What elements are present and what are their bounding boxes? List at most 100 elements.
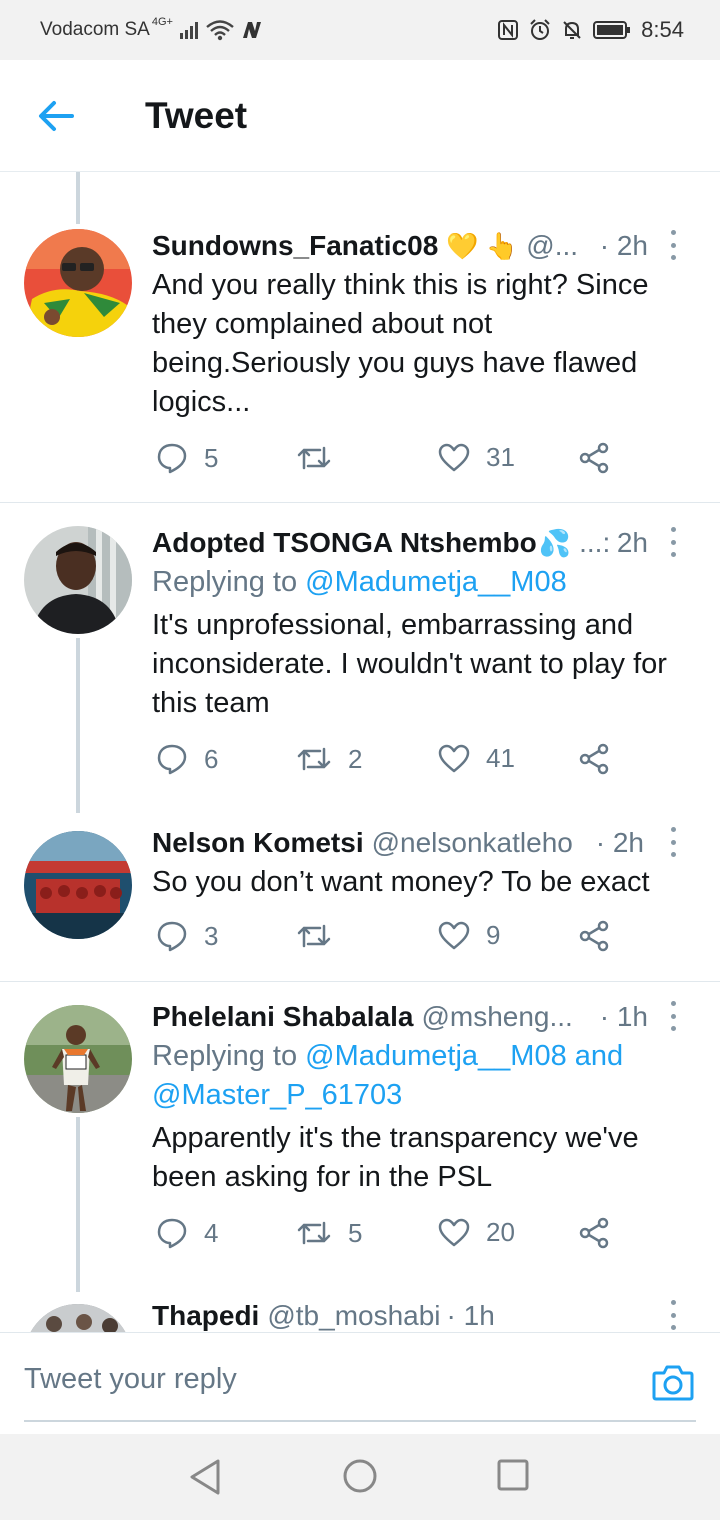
- replying-to: Replying to @Madumetja__M08 and @Master_…: [152, 1037, 692, 1115]
- signal-icon: [179, 20, 199, 40]
- clock-label: 8:54: [641, 17, 684, 42]
- reply-button[interactable]: 6: [156, 743, 218, 775]
- square-recents-icon: [497, 1459, 529, 1491]
- share-icon: [579, 1217, 609, 1249]
- tweet-time: · 2h: [599, 230, 648, 261]
- tweet-text: Apparently it's the transparency we've b…: [152, 1122, 639, 1193]
- tweet-time: · 1h: [599, 1001, 648, 1032]
- heart-icon: [438, 443, 470, 471]
- nav-home-button[interactable]: [342, 1458, 378, 1499]
- previous-tweet-actions-partial: [152, 172, 622, 182]
- reply-button[interactable]: 5: [156, 442, 218, 474]
- author-handle[interactable]: @msheng...: [421, 999, 572, 1035]
- heart-icon: [438, 744, 470, 772]
- tweet-actions: 3 9: [152, 920, 692, 960]
- alarm-icon: [529, 19, 551, 41]
- nfc-icon: [497, 19, 519, 41]
- like-button[interactable]: 9: [438, 920, 500, 951]
- tweet-actions: 5 31: [152, 442, 692, 482]
- more-options-button[interactable]: [668, 1300, 678, 1330]
- author-name[interactable]: Phelelani Shabalala: [152, 999, 413, 1035]
- retweet-button[interactable]: 2: [296, 743, 362, 775]
- more-options-button[interactable]: [668, 230, 678, 260]
- reply-input[interactable]: Tweet your reply: [24, 1363, 237, 1396]
- avatar[interactable]: [24, 229, 132, 337]
- avatar[interactable]: [24, 1304, 132, 1332]
- author-name[interactable]: Adopted TSONGA Ntshembo: [152, 525, 537, 561]
- tweet-item[interactable]: Thapedi @tb_moshabi · 1h: [0, 1282, 720, 1332]
- retweet-icon: [297, 446, 331, 470]
- nav-recents-button[interactable]: [496, 1458, 530, 1497]
- retweet-icon: [297, 747, 331, 771]
- tweet-text: It's unprofessional, embarrassing and in…: [152, 609, 667, 719]
- tweet-time: · 1h: [446, 1300, 495, 1331]
- retweet-count: 5: [348, 1217, 363, 1248]
- back-arrow-icon: [39, 100, 74, 131]
- author-handle[interactable]: @nelsonkatleho: [372, 825, 573, 861]
- thread-connector: [76, 172, 80, 224]
- share-button[interactable]: [578, 1217, 610, 1249]
- nav-back-button[interactable]: [188, 1458, 222, 1501]
- retweet-button[interactable]: [296, 920, 348, 952]
- tweet-content: Adopted TSONGA Ntshembo 💦 ...: 2h Replyi…: [152, 525, 692, 783]
- more-options-button[interactable]: [668, 1001, 678, 1031]
- share-button[interactable]: [578, 743, 610, 775]
- reply-count: 6: [204, 743, 219, 774]
- tweet-item[interactable]: Adopted TSONGA Ntshembo 💦 ...: 2h Replyi…: [0, 503, 720, 813]
- like-button[interactable]: 31: [438, 442, 515, 473]
- like-button[interactable]: 41: [438, 743, 515, 774]
- system-nav-bar: [0, 1434, 720, 1520]
- reply-icon: [157, 443, 187, 474]
- app-header: Tweet: [0, 60, 720, 172]
- tweet-item[interactable]: Phelelani Shabalala @msheng... · 1h Repl…: [0, 982, 720, 1292]
- like-count: 41: [486, 743, 515, 773]
- like-count: 20: [486, 1217, 515, 1247]
- share-button[interactable]: [578, 442, 610, 474]
- reply-icon: [157, 1218, 187, 1249]
- tweet-item[interactable]: Sundowns_Fanatic08 💛 👆 @... · 2h And you…: [0, 224, 720, 502]
- retweet-icon: [297, 924, 331, 948]
- replying-prefix: Replying to: [152, 1040, 298, 1072]
- heart-icon: [438, 921, 470, 949]
- more-options-button[interactable]: [668, 527, 678, 557]
- reply-count: 4: [204, 1217, 219, 1248]
- circle-home-icon: [343, 1459, 377, 1493]
- reply-count: 5: [204, 442, 219, 473]
- avatar[interactable]: [24, 526, 132, 634]
- retweet-button[interactable]: [296, 442, 348, 474]
- tweet-thread[interactable]: Sundowns_Fanatic08 💛 👆 @... · 2h And you…: [0, 172, 720, 1332]
- like-button[interactable]: 20: [438, 1217, 515, 1248]
- tweet-time: · 2h: [595, 827, 644, 858]
- carrier-label: Vodacom SA: [40, 19, 150, 40]
- reply-icon: [157, 921, 187, 952]
- reply-input-underline: [24, 1420, 696, 1422]
- tweet-content: Phelelani Shabalala @msheng... · 1h Repl…: [152, 999, 692, 1257]
- triangle-back-icon: [190, 1459, 220, 1495]
- like-count: 31: [486, 442, 515, 472]
- author-handle[interactable]: @...: [526, 228, 578, 264]
- author-name[interactable]: Sundowns_Fanatic08: [152, 228, 438, 264]
- share-button[interactable]: [578, 920, 610, 952]
- like-count: 9: [486, 920, 501, 950]
- app-notification-icon: [241, 20, 263, 40]
- more-options-button[interactable]: [668, 827, 678, 857]
- share-icon: [579, 442, 609, 474]
- avatar[interactable]: [24, 1005, 132, 1113]
- author-name[interactable]: Thapedi: [152, 1298, 259, 1332]
- author-handle[interactable]: ...:: [579, 525, 610, 561]
- retweet-button[interactable]: 5: [296, 1217, 362, 1249]
- tweet-header: Thapedi @tb_moshabi · 1h: [152, 1298, 692, 1332]
- author-name[interactable]: Nelson Kometsi: [152, 825, 364, 861]
- camera-button[interactable]: [652, 1363, 694, 1406]
- reply-button[interactable]: 4: [156, 1217, 218, 1249]
- tweet-item[interactable]: Nelson Kometsi @nelsonkatleho · 2h So yo…: [0, 813, 720, 981]
- back-button[interactable]: [0, 60, 112, 172]
- author-handle[interactable]: @tb_moshabi: [267, 1298, 440, 1332]
- tweet-header: Phelelani Shabalala @msheng... · 1h: [152, 999, 692, 1035]
- reply-button[interactable]: 3: [156, 920, 218, 952]
- tweet-content: Thapedi @tb_moshabi · 1h: [152, 1298, 692, 1332]
- replying-to-link[interactable]: @Madumetja__M08: [305, 566, 567, 598]
- wifi-icon: [205, 19, 235, 41]
- retweet-icon: [297, 1221, 331, 1245]
- avatar[interactable]: [24, 831, 132, 939]
